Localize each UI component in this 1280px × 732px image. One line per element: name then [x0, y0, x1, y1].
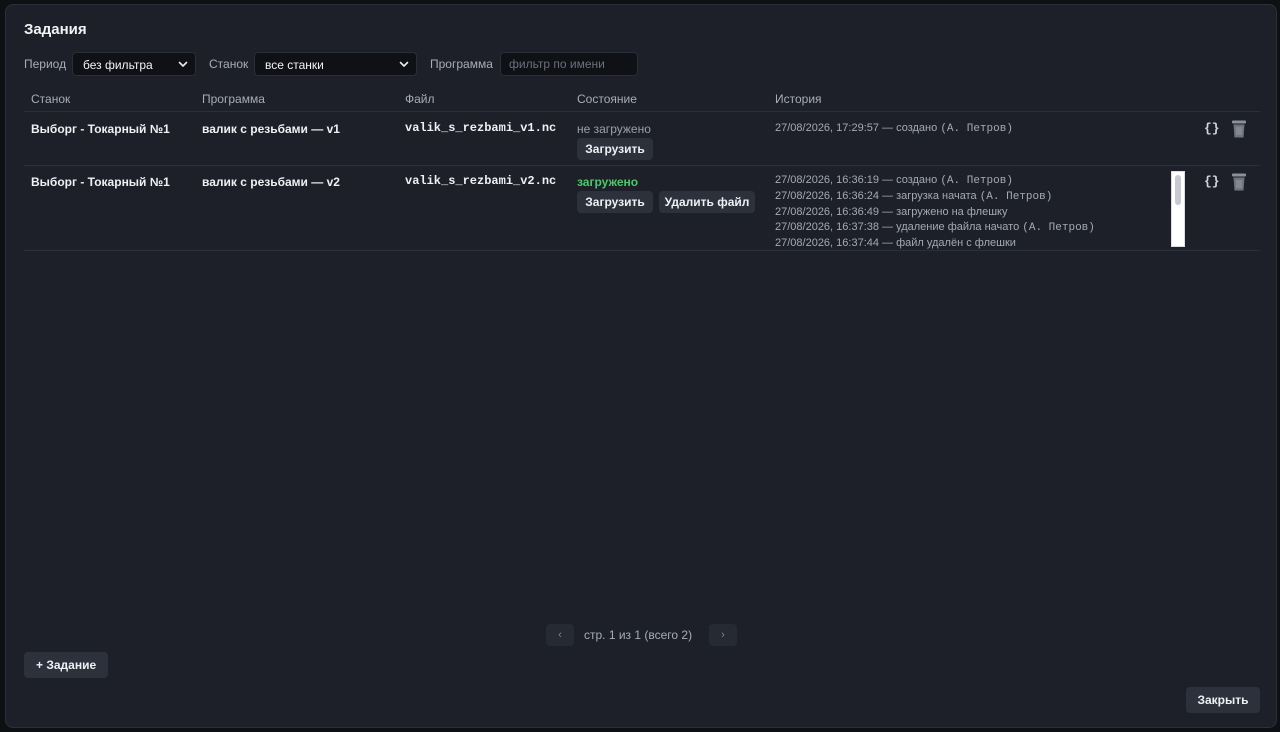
- braces-icon[interactable]: {}: [1204, 174, 1220, 189]
- trash-icon[interactable]: [1230, 119, 1248, 139]
- column-header-status: Состояние: [577, 92, 637, 106]
- chevron-right-icon[interactable]: ›: [709, 624, 737, 646]
- upload-button[interactable]: Загрузить: [577, 191, 653, 213]
- period-label: Период: [24, 57, 67, 71]
- history-list: 27/08/2026, 16:36:19 — создано (А. Петро…: [775, 173, 1095, 251]
- history-entry-user: (А. Петров): [979, 191, 1053, 203]
- row-status: не загружено: [577, 122, 651, 136]
- table-row: Выборг - Токарный №1 валик с резьбами — …: [24, 166, 1260, 250]
- add-task-button[interactable]: + Задание: [24, 652, 109, 678]
- column-header-history: История: [775, 92, 822, 106]
- close-button[interactable]: Закрыть: [1186, 687, 1260, 713]
- history-entry: 27/08/2026, 16:36:19 — создано (А. Петро…: [775, 173, 1095, 189]
- chevron-down-icon: [399, 61, 409, 67]
- chevron-left-icon[interactable]: ‹: [546, 624, 574, 646]
- column-header-file: Файл: [405, 92, 435, 106]
- history-entry: 27/08/2026, 17:29:57 — создано (А. Петро…: [775, 121, 1013, 137]
- row-status: загружено: [577, 175, 639, 189]
- delete-file-button[interactable]: Удалить файл: [659, 191, 755, 213]
- history-entry-text: 27/08/2026, 17:29:57 — создано: [775, 122, 938, 134]
- trash-icon[interactable]: [1230, 172, 1248, 192]
- column-header-program: Программа: [202, 92, 265, 106]
- row-program: валик с резьбами — v2: [202, 175, 340, 189]
- program-label: Программа: [430, 57, 493, 71]
- history-entry-user: (А. Петров): [940, 175, 1013, 187]
- dialog-title: Задания: [24, 21, 87, 38]
- row-machine: Выборг - Токарный №1: [31, 122, 170, 136]
- history-entry-user: (А. Петров): [940, 123, 1013, 135]
- machine-label: Станок: [209, 57, 249, 71]
- period-select-value: без фильтра: [83, 58, 153, 72]
- row-divider: [24, 250, 1260, 251]
- row-file: valik_s_rezbami_v2.nc: [405, 174, 557, 188]
- machine-select-value: все станки: [265, 58, 324, 72]
- history-scrollbar[interactable]: [1171, 171, 1185, 247]
- pagination-text: стр. 1 из 1 (всего 2): [584, 628, 693, 642]
- history-entry-text: 27/08/2026, 16:36:19 — создано: [775, 174, 938, 186]
- table-row: Выборг - Токарный №1 валик с резьбами — …: [24, 112, 1260, 165]
- tasks-dialog: Задания Период без фильтра Станок все ст…: [5, 4, 1277, 728]
- period-select[interactable]: без фильтра: [72, 52, 196, 76]
- row-file: valik_s_rezbami_v1.nc: [405, 121, 557, 135]
- history-entry-text: 27/08/2026, 16:36:24 — загрузка начата: [775, 190, 977, 202]
- scrollbar-thumb[interactable]: [1175, 175, 1181, 205]
- history-entry-text: 27/08/2026, 16:37:38 — удаление файла на…: [775, 221, 1020, 233]
- history-entry-user: (А. Петров): [1022, 222, 1095, 234]
- column-header-machine: Станок: [31, 92, 71, 106]
- machine-select[interactable]: все станки: [254, 52, 417, 76]
- history-entry: 27/08/2026, 16:37:38 — удаление файла на…: [775, 220, 1095, 236]
- upload-button[interactable]: Загрузить: [577, 138, 653, 160]
- row-program: валик с резьбами — v1: [202, 122, 340, 136]
- history-entry: 27/08/2026, 16:37:44 — файл удалён с фле…: [775, 236, 1095, 251]
- history-entry: 27/08/2026, 16:36:24 — загрузка начата (…: [775, 189, 1095, 205]
- history-entry: 27/08/2026, 16:36:49 — загружено на флеш…: [775, 205, 1095, 220]
- program-filter-input[interactable]: [500, 52, 638, 76]
- history-entry-text: 27/08/2026, 16:36:49 — загружено на флеш…: [775, 206, 1008, 218]
- history-entry-text: 27/08/2026, 16:37:44 — файл удалён с фле…: [775, 237, 1016, 249]
- chevron-down-icon: [178, 61, 188, 67]
- braces-icon[interactable]: {}: [1204, 121, 1220, 136]
- row-machine: Выборг - Токарный №1: [31, 175, 170, 189]
